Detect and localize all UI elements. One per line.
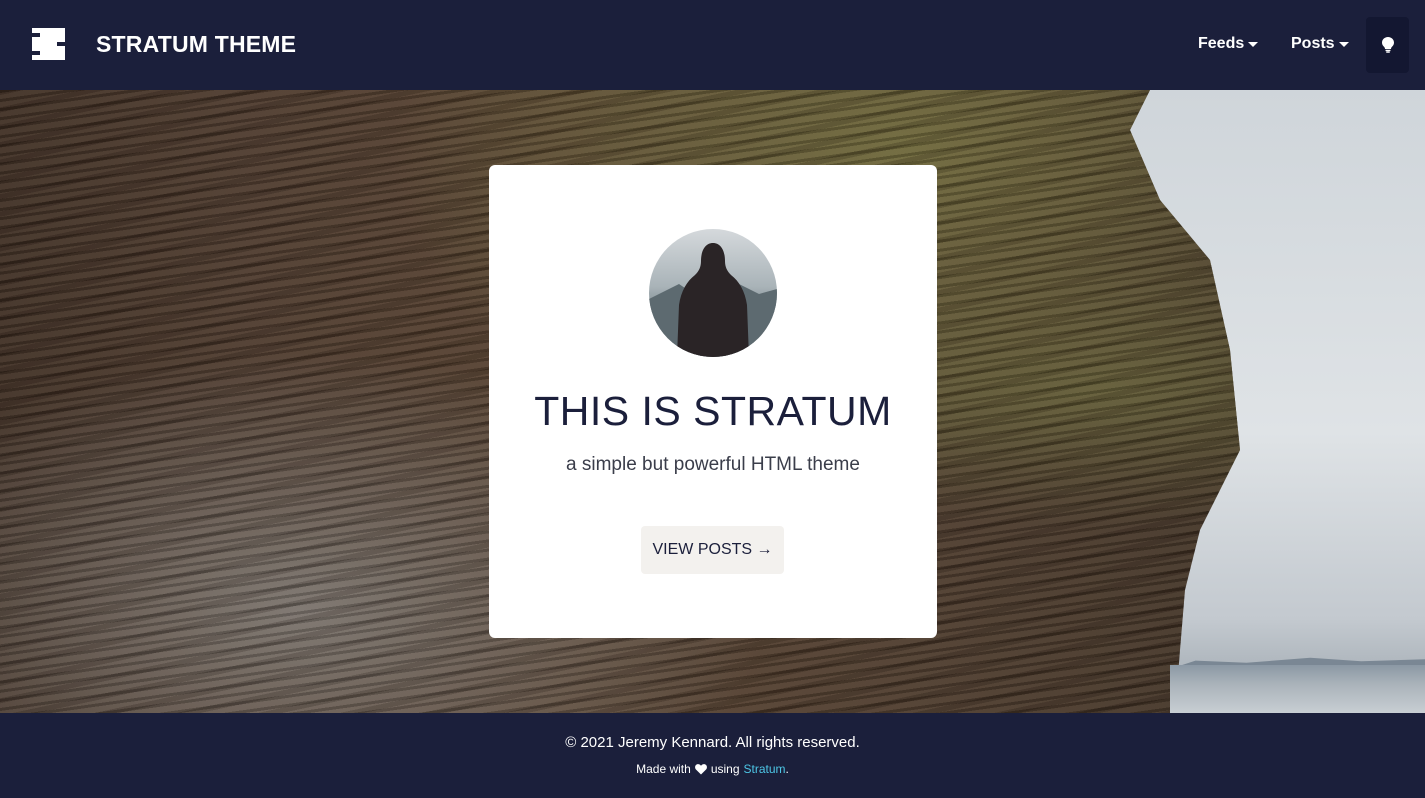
made-with-suffix: . bbox=[785, 762, 789, 776]
footer: © 2021 Jeremy Kennard. All rights reserv… bbox=[0, 713, 1425, 798]
lightbulb-icon bbox=[1381, 37, 1394, 53]
brand-title[interactable]: STRATUM THEME bbox=[96, 31, 296, 58]
hooded-figure-icon bbox=[649, 243, 777, 357]
stratum-logo-icon[interactable] bbox=[32, 28, 65, 60]
nav-posts-label: Posts bbox=[1291, 35, 1335, 52]
hero-title: THIS IS STRATUM bbox=[534, 388, 892, 434]
nav-posts-dropdown[interactable]: Posts bbox=[1291, 35, 1349, 53]
hero-background-sea bbox=[1170, 665, 1425, 713]
nav-feeds-label: Feeds bbox=[1198, 35, 1245, 52]
footer-copyright: © 2021 Jeremy Kennard. All rights reserv… bbox=[565, 734, 860, 751]
made-with-middle: using bbox=[710, 762, 740, 776]
theme-toggle-button[interactable] bbox=[1366, 17, 1409, 73]
heart-icon bbox=[694, 763, 707, 774]
avatar bbox=[649, 229, 777, 357]
hero-banner: THIS IS STRATUM a simple but powerful HT… bbox=[0, 90, 1425, 713]
made-with-prefix: Made with bbox=[636, 762, 691, 776]
hero-card: THIS IS STRATUM a simple but powerful HT… bbox=[489, 165, 937, 638]
caret-down-icon bbox=[1248, 42, 1259, 47]
top-navbar: STRATUM THEME Feeds Posts bbox=[0, 0, 1425, 90]
view-posts-button[interactable]: VIEW POSTS → bbox=[641, 526, 784, 574]
hero-subtitle: a simple but powerful HTML theme bbox=[566, 454, 860, 475]
caret-down-icon bbox=[1338, 42, 1349, 47]
footer-made-with: Made with using Stratum. bbox=[0, 762, 1425, 776]
nav-feeds-dropdown[interactable]: Feeds bbox=[1198, 35, 1259, 53]
stratum-link[interactable]: Stratum bbox=[744, 762, 786, 776]
